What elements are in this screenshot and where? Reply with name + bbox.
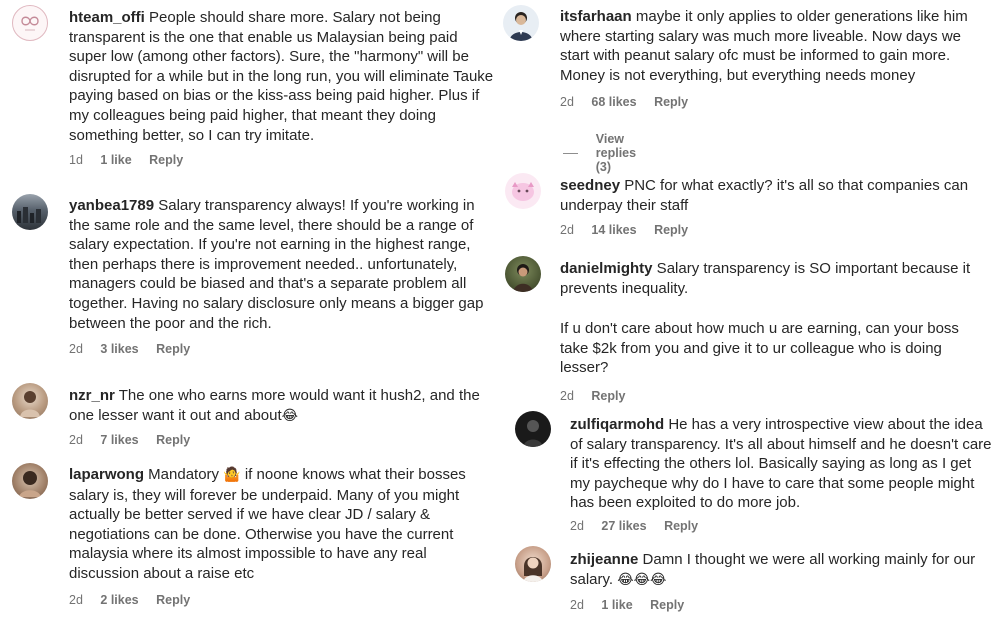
comment-body: If u don't care about how much u are ear… [560,320,959,377]
comment-likes[interactable]: 27 likes [601,519,646,533]
comment-time[interactable]: 2d [69,433,83,447]
person-photo-icon [513,264,533,292]
reply-button[interactable]: Reply [654,95,688,109]
comment-likes[interactable]: 1 like [100,153,131,167]
divider-line [563,152,578,154]
reply-button[interactable]: Reply [156,342,190,356]
infinity-logo-icon [21,16,39,31]
comment-text: itsfarhaan maybe it only applies to olde… [560,7,985,85]
comment-username[interactable]: danielmighty [560,260,653,277]
person-photo-icon [20,391,40,417]
comment-meta: 2d 7 likes Reply [69,433,204,447]
cityscape-photo-icon [17,207,41,223]
comment-text: seedney PNC for what exactly? it's all s… [560,176,985,215]
view-replies-label[interactable]: View replies (3) [596,132,648,174]
comment-meta: 2d 3 likes Reply [69,342,204,356]
comment-body: if noone knows what their bosses salary … [69,466,466,582]
avatar[interactable] [503,5,539,41]
comment-body: Salary transparency always! If you're wo… [69,197,484,332]
avatar[interactable] [12,194,48,230]
comment-likes[interactable]: 3 likes [100,342,138,356]
person-photo-icon [509,12,533,41]
reply-button[interactable]: Reply [149,153,183,167]
comment-time[interactable]: 2d [570,519,584,533]
comment-username[interactable]: laparwong [69,466,144,483]
comment-body: People should share more. Salary not bei… [69,9,494,144]
comment-text: yanbea1789 Salary transparency always! I… [69,196,489,333]
comment-meta: 1d 1 like Reply [69,153,197,167]
view-replies-button[interactable]: View replies (3) [563,132,647,174]
comment-body: The one who earns more would want it hus… [69,387,480,424]
reply-button[interactable]: Reply [156,593,190,607]
laughing-emoji-icon: 😂 [281,407,299,424]
person-photo-icon [523,557,543,582]
comment-username[interactable]: nzr_nr [69,387,115,404]
comment-meta: 2d 27 likes Reply [570,519,712,533]
comment-time[interactable]: 1d [69,153,83,167]
comment-likes[interactable]: 1 like [601,598,632,612]
comment-text: nzr_nr The one who earns more would want… [69,386,489,426]
comment-username[interactable]: hteam_offi [69,9,145,26]
comment-time[interactable]: 2d [570,598,584,612]
person-photo-icon [19,471,41,497]
comment-likes[interactable]: 68 likes [591,95,636,109]
reply-button[interactable]: Reply [591,389,625,403]
comment-meta: 2d Reply [560,389,639,403]
reply-button[interactable]: Reply [156,433,190,447]
comment-username[interactable]: yanbea1789 [69,197,154,214]
avatar[interactable] [12,5,48,41]
avatar[interactable] [505,173,541,209]
person-photo-icon [523,420,543,447]
comment-username[interactable]: itsfarhaan [560,8,632,25]
comment-time[interactable]: 2d [560,95,574,109]
comment-time[interactable]: 2d [560,389,574,403]
comment-username[interactable]: zhijeanne [570,551,638,568]
avatar[interactable] [505,256,541,292]
comment-text: zhijeanne Damn I thought we were all wor… [570,550,992,590]
laughing-emoji-icon: 😂😂😂 [617,571,667,588]
reply-button[interactable]: Reply [654,223,688,237]
comment-time[interactable]: 2d [560,223,574,237]
comment-likes[interactable]: 14 likes [591,223,636,237]
comment-text: laparwong Mandatory 🤷 if noone knows wha… [69,465,489,584]
avatar[interactable] [515,546,551,582]
comment-body: Mandatory [144,466,224,483]
comment-likes[interactable]: 7 likes [100,433,138,447]
comment-meta: 2d 2 likes Reply [69,593,204,607]
comment-time[interactable]: 2d [69,593,83,607]
comment-body: PNC for what exactly? it's all so that c… [560,177,969,214]
reply-button[interactable]: Reply [664,519,698,533]
character-photo-icon [512,182,534,201]
comment-time[interactable]: 2d [69,342,83,356]
comment-text: danielmighty Salary transparency is SO i… [560,259,985,378]
comment-username[interactable]: seedney [560,177,620,194]
comment-username[interactable]: zulfiqarmohd [570,416,664,433]
comment-meta: 2d 68 likes Reply [560,95,702,109]
avatar[interactable] [12,383,48,419]
comment-text: hteam_offi People should share more. Sal… [69,8,494,145]
reply-button[interactable]: Reply [650,598,684,612]
shrug-emoji-icon: 🤷 [223,467,241,483]
comment-meta: 2d 1 like Reply [570,598,698,612]
avatar[interactable] [515,411,551,447]
comment-meta: 2d 14 likes Reply [560,223,702,237]
comment-text: zulfiqarmohd He has a very introspective… [570,415,992,513]
comment-likes[interactable]: 2 likes [100,593,138,607]
avatar[interactable] [12,463,48,499]
